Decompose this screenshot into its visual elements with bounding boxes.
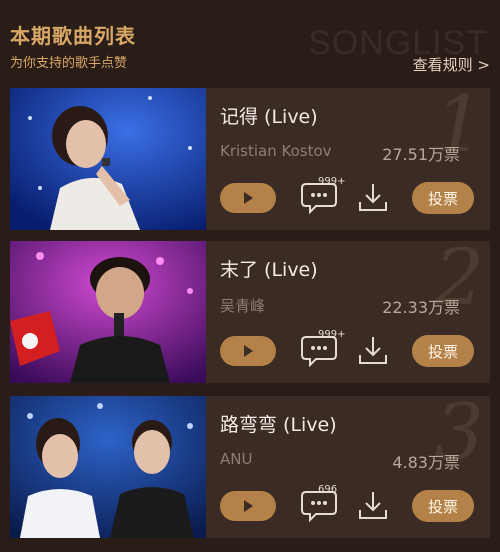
song-title: 记得 (Live) bbox=[220, 106, 318, 128]
play-icon bbox=[244, 345, 253, 357]
song-thumbnail[interactable] bbox=[10, 88, 206, 230]
song-thumbnail[interactable] bbox=[10, 396, 206, 538]
comment-count: 999+ bbox=[318, 329, 346, 340]
vote-button[interactable]: 投票 bbox=[412, 182, 474, 214]
artist-name: Kristian Kostov bbox=[220, 142, 332, 160]
download-icon[interactable] bbox=[356, 488, 390, 522]
download-icon[interactable] bbox=[356, 333, 390, 367]
song-card-2: 2 末了 (Live) 吴青峰 22.33万票 999+ 投票 bbox=[10, 239, 490, 383]
vote-button[interactable]: 投票 bbox=[412, 490, 474, 522]
vote-count: 27.51万票 bbox=[382, 145, 460, 164]
play-button[interactable] bbox=[220, 336, 276, 366]
download-icon[interactable] bbox=[356, 180, 390, 214]
artist-name: 吴青峰 bbox=[220, 297, 266, 315]
view-rules-link[interactable]: 查看规则 > bbox=[413, 54, 490, 75]
artist-name: ANU bbox=[220, 450, 253, 468]
vote-count: 22.33万票 bbox=[382, 298, 460, 317]
page-subtitle: 为你支持的歌手点赞 bbox=[10, 56, 128, 71]
song-title: 路弯弯 (Live) bbox=[220, 414, 337, 436]
play-icon bbox=[244, 192, 253, 204]
vote-count: 4.83万票 bbox=[392, 453, 460, 472]
play-icon bbox=[244, 500, 253, 512]
vote-button[interactable]: 投票 bbox=[412, 335, 474, 367]
song-thumbnail[interactable] bbox=[10, 241, 206, 383]
play-button[interactable] bbox=[220, 491, 276, 521]
play-button[interactable] bbox=[220, 183, 276, 213]
song-card-1: 1 记得 (Live) Kristian Kostov 27.51万票 999+… bbox=[10, 86, 490, 230]
song-title: 末了 (Live) bbox=[220, 259, 318, 281]
song-card-3: 3 路弯弯 (Live) ANU 4.83万票 696 投票 bbox=[10, 394, 490, 538]
page-title: 本期歌曲列表 bbox=[10, 24, 136, 48]
comment-count: 999+ bbox=[318, 176, 346, 187]
header: SONGLIST 本期歌曲列表 为你支持的歌手点赞 查看规则 > bbox=[0, 0, 500, 88]
comment-count: 696 bbox=[318, 484, 338, 495]
